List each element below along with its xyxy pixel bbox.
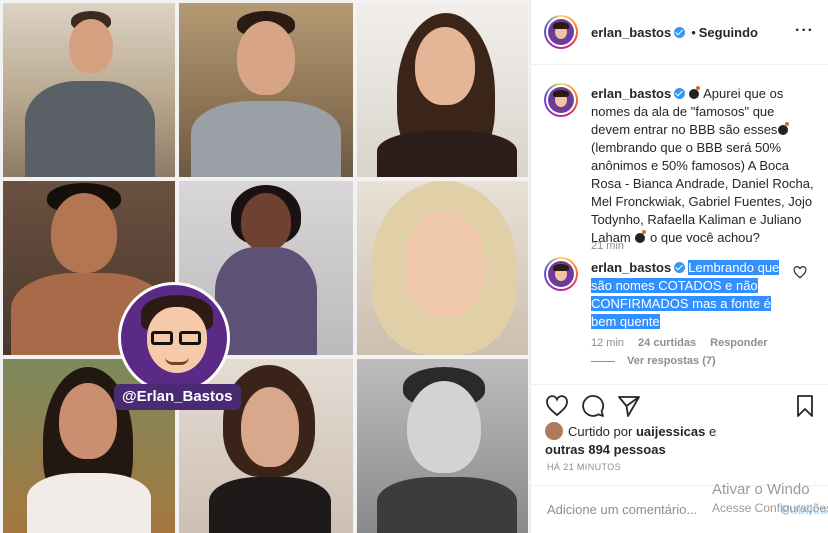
avatar[interactable]: [544, 83, 578, 117]
action-bar: [531, 384, 828, 424]
bomb-emoji-icon: [689, 86, 701, 99]
publish-button[interactable]: Publicar: [781, 502, 828, 517]
liker-username[interactable]: uaijessicas: [636, 424, 705, 439]
photo-woman-blonde: [357, 181, 528, 355]
photo-woman-dark-hair: [357, 3, 528, 177]
bomb-emoji-icon: [635, 230, 647, 243]
liker-avatar[interactable]: [545, 422, 563, 440]
glasses-icon: [151, 331, 203, 345]
divider-line: [591, 360, 615, 362]
caption-username[interactable]: erlan_bastos: [591, 86, 671, 101]
username-link[interactable]: erlan_bastos: [591, 25, 671, 40]
comment-username[interactable]: erlan_bastos: [591, 260, 671, 275]
heart-icon[interactable]: [793, 266, 807, 279]
likes-connector: e: [708, 424, 717, 439]
reply-button[interactable]: Responder: [710, 337, 767, 349]
post-header: erlan_bastos • Seguindo ···: [531, 0, 828, 65]
bookmark-icon[interactable]: [793, 394, 817, 418]
comment-input[interactable]: Adicione um comentário...: [547, 502, 697, 517]
comment-time: 12 min: [591, 337, 625, 349]
more-options-icon[interactable]: ···: [795, 22, 814, 40]
view-replies-button[interactable]: Ver respostas (7): [591, 355, 716, 367]
following-button[interactable]: Seguindo: [699, 25, 758, 40]
caption-text-part3: o que você achou?: [650, 230, 760, 245]
cartoon-logo-badge: [118, 282, 230, 394]
watermark-handle: @Erlan_Bastos: [114, 384, 241, 410]
post-panel: erlan_bastos • Seguindo ··· erlan_bastos A…: [530, 0, 828, 533]
likes-prefix: Curtido por: [568, 424, 633, 439]
verified-badge-icon: [674, 27, 686, 38]
verified-badge-icon: [674, 262, 686, 273]
photo-collage: @Erlan_Bastos: [0, 0, 530, 533]
caption-time: 21 min: [591, 240, 625, 252]
photo-man-tongue-bw: [357, 359, 528, 533]
view-replies-label: Ver respostas (7): [627, 355, 716, 367]
posted-ago: HÁ 21 MINUTOS: [547, 462, 622, 472]
avatar[interactable]: [544, 15, 578, 49]
avatar[interactable]: [544, 257, 578, 291]
verified-badge-icon: [674, 88, 686, 99]
comment-icon[interactable]: [581, 394, 605, 418]
add-comment-bar: Adicione um comentário... Publicar: [531, 485, 828, 533]
likes-others[interactable]: outras 894 pessoas: [545, 442, 666, 457]
photo-man-beard-smiling: [179, 3, 353, 177]
likes-summary: Curtido por uaijessicas e outras 894 pes…: [545, 422, 815, 459]
heart-icon[interactable]: [545, 394, 569, 418]
photo-man-grey-shirt: [3, 3, 175, 177]
bomb-emoji-icon: [778, 122, 790, 135]
share-icon[interactable]: [617, 394, 641, 418]
comment-likes[interactable]: 24 curtidas: [638, 337, 696, 349]
separator-dot: •: [691, 25, 696, 40]
